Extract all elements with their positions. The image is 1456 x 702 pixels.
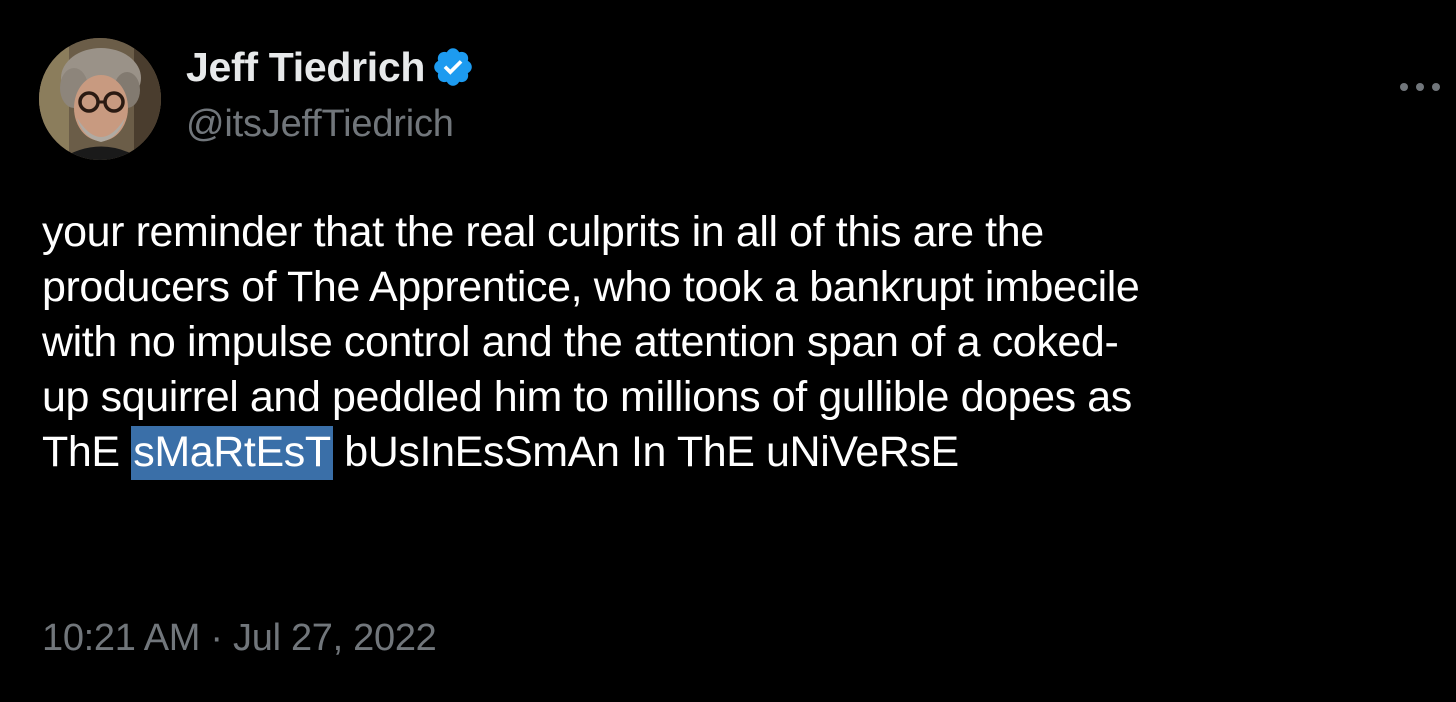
avatar-image [39, 38, 161, 160]
tweet-text-after-highlight: bUsInEsSmAn In ThE uNiVeRsE [332, 428, 959, 476]
tweet-text: your reminder that the real culprits in … [42, 205, 1442, 480]
tweet-line: with no impulse control and the attentio… [42, 318, 1119, 366]
tweet-line: producers of The Apprentice, who took a … [42, 263, 1140, 311]
tweet-line: up squirrel and peddled him to millions … [42, 373, 1132, 421]
timestamp-separator: · [200, 617, 234, 659]
author-handle[interactable]: @itsJeffTiedrich [186, 103, 454, 146]
tweet-time[interactable]: 10:21 AM [42, 617, 200, 659]
tweet-date[interactable]: Jul 27, 2022 [233, 617, 437, 659]
author-name-row: Jeff Tiedrich [186, 42, 475, 92]
tweet-text-before-highlight: ThE [42, 428, 132, 476]
avatar[interactable] [39, 38, 161, 160]
more-options-icon[interactable] [1394, 72, 1446, 102]
tweet-line: your reminder that the real culprits in … [42, 208, 1044, 256]
author-display-name[interactable]: Jeff Tiedrich [186, 44, 425, 91]
tweet-line-last: ThE sMaRtEsT bUsInEsSmAn In ThE uNiVeRsE [42, 425, 1442, 480]
verified-badge-icon [431, 45, 475, 89]
tweet-timestamp: 10:21 AM · Jul 27, 2022 [42, 617, 437, 660]
tweet-card: Jeff Tiedrich @itsJeffTiedrich your remi… [0, 0, 1456, 702]
selected-text-highlight[interactable]: sMaRtEsT [131, 426, 333, 480]
